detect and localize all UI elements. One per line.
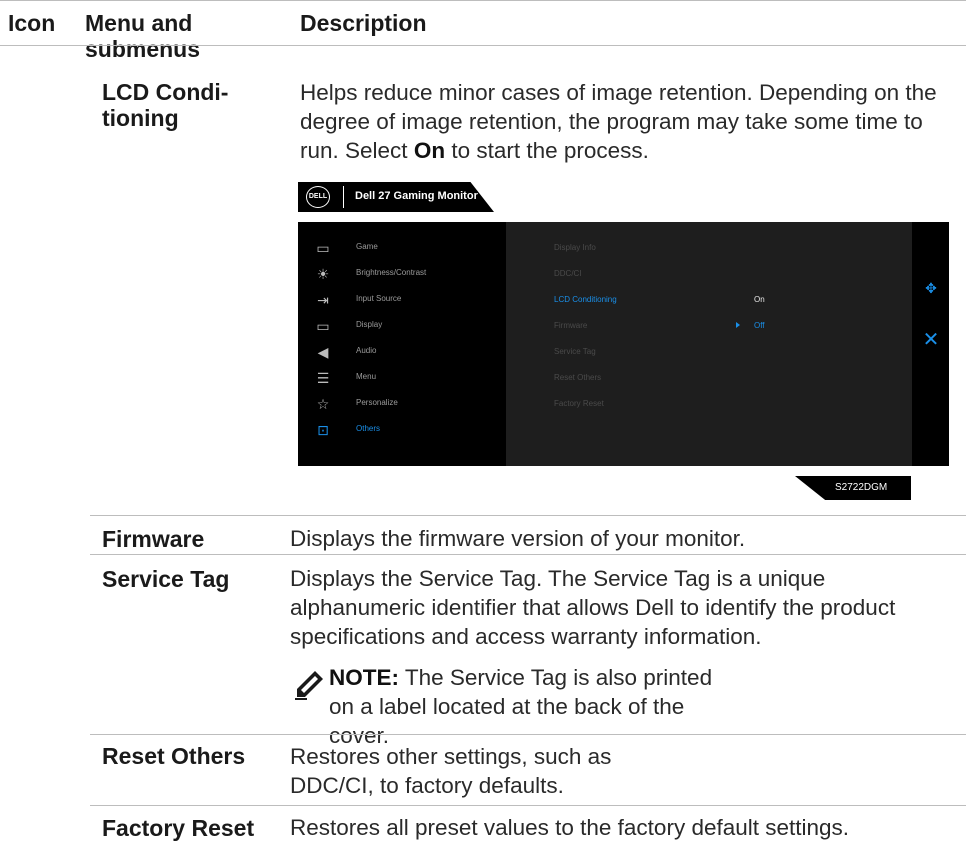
osd-menu-label: Others: [356, 424, 381, 433]
game-icon: ▭: [316, 240, 330, 256]
note-label: NOTE:: [329, 665, 399, 690]
osd-submenu-lcd-conditioning[interactable]: LCD Conditioning: [554, 295, 617, 304]
osd-submenu-reset-others[interactable]: Reset Others: [554, 373, 601, 382]
table-top-rule: [0, 0, 966, 1]
desc-firmware: Displays the firmware version of your mo…: [290, 526, 746, 551]
menu-icon: ☰: [316, 370, 330, 386]
row-rule: [90, 554, 966, 555]
osd-submenu-factory-reset[interactable]: Factory Reset: [554, 399, 604, 408]
close-icon[interactable]: ✕: [921, 330, 941, 350]
osd-menu-others[interactable]: ⊡ Others: [298, 418, 506, 444]
joystick-navigate-icon[interactable]: ✥: [922, 279, 940, 297]
submenu-service-tag: Service Tag: [102, 566, 230, 592]
desc-lcd-conditioning: Helps reduce minor cases of image retent…: [300, 80, 937, 163]
display-icon: ▭: [316, 318, 330, 334]
osd-submenu-service-tag[interactable]: Service Tag: [554, 347, 596, 356]
submenu-factory-reset: Factory Reset: [102, 815, 255, 841]
osd-menu-brightness-contrast[interactable]: ☀ Brightness/Contrast: [298, 262, 506, 288]
pencil-icon: [295, 671, 323, 700]
osd-menu-label: Game: [356, 242, 378, 251]
model-name: S2722DGM: [835, 482, 888, 493]
osd-title: Dell 27 Gaming Monitor: [355, 190, 478, 202]
osd-menu-personalize[interactable]: ☆ Personalize: [298, 392, 506, 418]
desc-reset-others: Restores other settings, such as DDC/CI,…: [290, 744, 612, 798]
dell-logo: DELL: [306, 186, 330, 208]
desc-service-tag: Displays the Service Tag. The Service Ta…: [290, 566, 896, 649]
row-rule: [90, 515, 966, 516]
osd-menu-label: Input Source: [356, 294, 402, 303]
osd-menu-input-source[interactable]: ⇥ Input Source: [298, 288, 506, 314]
row-rule: [90, 734, 966, 735]
submenu-firmware: Firmware: [102, 526, 205, 552]
osd-submenu-display-info[interactable]: Display Info: [554, 243, 596, 252]
col-header-icon: Icon: [8, 10, 56, 36]
osd-menu-label: Audio: [356, 346, 377, 355]
osd-menu-game[interactable]: ▭ Game: [298, 236, 506, 262]
osd-main-menu: ▭ Game ☀ Brightness/Contrast ⇥ Input Sou…: [298, 222, 506, 466]
osd-option-off[interactable]: Off: [754, 321, 765, 330]
osd-menu-label: Display: [356, 320, 383, 329]
osd-submenu-firmware[interactable]: Firmware: [554, 321, 587, 330]
osd-submenu-panel: Display Info DDC/CI LCD Conditioning On …: [506, 222, 912, 466]
osd-menu-label: Personalize: [356, 398, 398, 407]
osd-menu-display[interactable]: ▭ Display: [298, 314, 506, 340]
osd-menu-audio[interactable]: ◀ Audio: [298, 340, 506, 366]
star-icon: ☆: [316, 396, 330, 412]
osd-submenu-ddc-ci[interactable]: DDC/CI: [554, 269, 582, 278]
table-header-rule: [0, 45, 966, 46]
submenu-reset-others: Reset Others: [102, 743, 246, 769]
osd-menu-label: Menu: [356, 372, 377, 381]
osd-option-on[interactable]: On: [754, 295, 765, 304]
osd-menu-label: Brightness/Contrast: [356, 268, 427, 277]
brightness-icon: ☀: [316, 266, 330, 282]
submenu-lcd-conditioning: LCD Condi- tioning: [102, 79, 229, 131]
osd-tab-divider: [343, 186, 344, 208]
desc-factory-reset: Restores all preset values to the factor…: [290, 815, 850, 840]
others-icon: ⊡: [317, 422, 329, 438]
note-text: NOTE: The Service Tag is also printed on…: [329, 663, 729, 750]
col-header-description: Description: [300, 10, 427, 36]
osd-menu-menu[interactable]: ☰ Menu: [298, 366, 506, 392]
audio-icon: ◀: [317, 344, 329, 360]
row-rule: [90, 805, 966, 806]
selection-caret-icon: [736, 322, 740, 328]
col-header-menu: Menu and submenus: [85, 10, 201, 62]
input-source-icon: ⇥: [317, 292, 329, 308]
